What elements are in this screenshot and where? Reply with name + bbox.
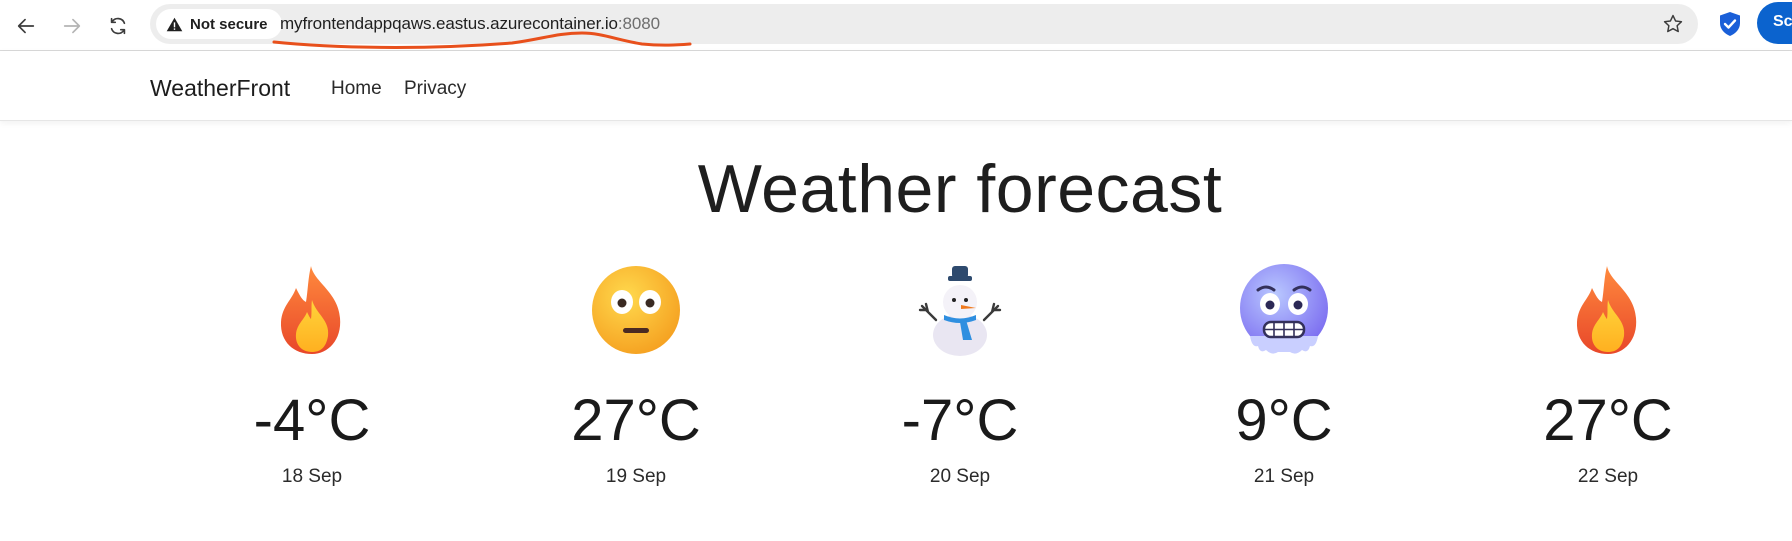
arrow-right-icon xyxy=(63,18,81,34)
app-navbar: WeatherFront Home Privacy xyxy=(0,51,1792,121)
cold-face-icon xyxy=(1240,264,1328,354)
forecast-temperature: 27°C xyxy=(571,388,701,453)
page-title: Weather forecast xyxy=(697,151,1223,227)
forecast-card: -4°C 18 Sep xyxy=(182,262,442,502)
forecast-date: 20 Sep xyxy=(929,466,991,487)
forecast-date: 19 Sep xyxy=(605,466,667,487)
forecast-date: 21 Sep xyxy=(1253,466,1315,487)
fire-icon xyxy=(1576,266,1637,354)
reload-button[interactable] xyxy=(100,8,136,44)
fire-icon xyxy=(280,266,341,354)
snowman-icon xyxy=(918,266,1002,356)
forecast-date: 18 Sep xyxy=(281,466,343,487)
forward-button[interactable] xyxy=(54,8,90,44)
bookmark-star-icon[interactable] xyxy=(1662,13,1684,35)
url-underline-annotation xyxy=(272,31,692,49)
reload-icon xyxy=(110,17,126,35)
arrow-left-icon xyxy=(17,18,35,34)
back-button[interactable] xyxy=(8,8,44,44)
browser-toolbar: Not secure myfrontendappqaws.eastus.azur… xyxy=(0,0,1792,51)
shield-extension-icon[interactable] xyxy=(1718,11,1742,37)
forecast-card: 27°C 19 Sep xyxy=(506,262,766,502)
security-label: Not secure xyxy=(190,15,268,33)
forecast-card: 9°C 21 Sep xyxy=(1154,262,1414,502)
forecast-date: 22 Sep xyxy=(1577,466,1639,487)
profile-button[interactable]: Sc xyxy=(1757,2,1792,44)
forecast-temperature: 27°C xyxy=(1543,388,1673,453)
forecast-card: 27°C 22 Sep xyxy=(1478,262,1738,502)
forecast-temperature: 9°C xyxy=(1235,388,1333,453)
flushed-face-icon xyxy=(592,266,680,354)
nav-link-home[interactable]: Home xyxy=(331,78,382,100)
forecast-card: -7°C 20 Sep xyxy=(830,262,1090,502)
forecast-temperature: -4°C xyxy=(253,388,371,453)
forecast-temperature: -7°C xyxy=(901,388,1019,453)
brand-link[interactable]: WeatherFront xyxy=(150,75,290,102)
security-indicator[interactable]: Not secure xyxy=(156,9,282,39)
warning-icon xyxy=(166,17,183,31)
nav-link-privacy[interactable]: Privacy xyxy=(404,78,466,100)
